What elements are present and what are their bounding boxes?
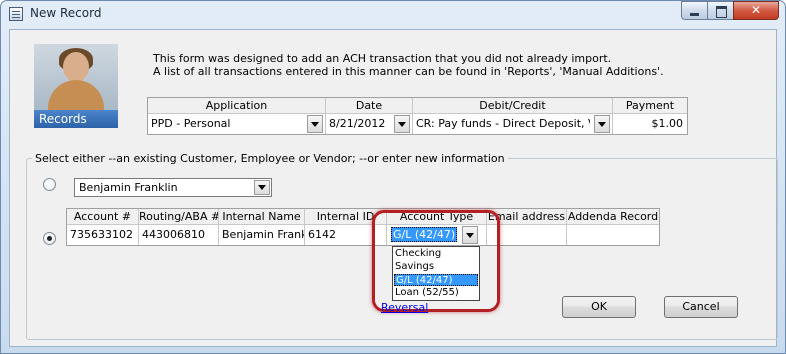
header-internal-name: Internal Name <box>219 209 305 225</box>
internal-name-field[interactable]: Benjamin Franklin <box>219 225 305 245</box>
window-title: New Record <box>30 6 102 20</box>
application-value: PPD - Personal <box>151 117 231 130</box>
title-bar[interactable]: New Record <box>1 1 785 29</box>
highlight-annotation-ring <box>372 210 500 312</box>
maximize-button[interactable] <box>707 1 734 20</box>
addenda-field[interactable] <box>567 225 659 245</box>
entity-legend: Select either --an existing Customer, Em… <box>32 152 508 165</box>
account-number-field[interactable]: 735633102 <box>67 225 139 245</box>
cancel-button[interactable]: Cancel <box>664 296 738 318</box>
info-text-line-1: This form was designed to add an ACH tra… <box>153 52 612 65</box>
debit-credit-select[interactable]: CR: Pay funds - Direct Deposit, Venc <box>413 114 613 134</box>
chevron-down-icon[interactable] <box>307 115 323 133</box>
header-debit-credit: Debit/Credit <box>413 98 613 114</box>
records-photo-head <box>63 52 89 82</box>
records-label: Records <box>34 110 118 128</box>
existing-entity-radio[interactable] <box>43 178 56 191</box>
date-value: 8/21/2012 <box>329 117 386 130</box>
chevron-down-icon[interactable] <box>594 115 610 133</box>
header-payment: Payment <box>613 98 687 114</box>
new-record-window: New Record Records This form was designe… <box>0 0 786 354</box>
reversal-link[interactable]: Reversal <box>381 301 428 314</box>
app-icon[interactable] <box>9 7 23 21</box>
ok-button[interactable]: OK <box>562 296 636 318</box>
chevron-down-icon[interactable] <box>254 180 270 195</box>
new-info-grid: Account # Routing/ABA # Internal Name In… <box>66 208 660 246</box>
date-select[interactable]: 8/21/2012 <box>326 114 413 134</box>
header-routing: Routing/ABA # <box>139 209 219 225</box>
header-date: Date <box>326 98 413 114</box>
info-text-line-2: A list of all transactions entered in th… <box>153 65 664 78</box>
minimize-button[interactable] <box>681 1 708 20</box>
existing-entity-combo[interactable]: Benjamin Franklin <box>74 178 272 197</box>
debit-credit-value: CR: Pay funds - Direct Deposit, Venc <box>416 117 590 130</box>
new-info-radio[interactable] <box>43 232 56 245</box>
close-button[interactable] <box>733 1 779 20</box>
chevron-down-icon[interactable] <box>394 115 410 133</box>
header-application: Application <box>148 98 326 114</box>
payment-field[interactable]: $1.00 <box>613 114 687 134</box>
header-account-number: Account # <box>67 209 139 225</box>
transaction-grid: Application Date Debit/Credit Payment PP… <box>147 97 688 135</box>
header-addenda: Addenda Record <box>567 209 659 225</box>
routing-field[interactable]: 443006810 <box>139 225 219 245</box>
form-body: Records This form was designed to add an… <box>9 29 778 347</box>
application-select[interactable]: PPD - Personal <box>148 114 326 134</box>
existing-entity-value: Benjamin Franklin <box>79 181 178 194</box>
payment-value: $1.00 <box>651 117 684 130</box>
